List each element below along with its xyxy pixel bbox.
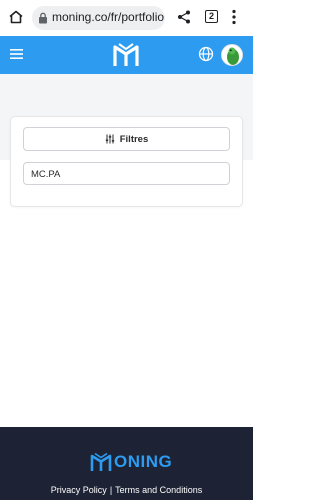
app-header xyxy=(0,36,253,74)
site-footer: ONING Privacy Policy | Terms and Condition… xyxy=(0,427,253,500)
moning-logo-icon[interactable] xyxy=(112,42,140,68)
privacy-policy-link[interactable]: Privacy Policy xyxy=(51,485,107,495)
url-text: moning.co/fr/portfolio xyxy=(52,10,165,24)
share-icon[interactable] xyxy=(177,10,191,24)
home-icon[interactable] xyxy=(8,9,24,25)
browser-toolbar: moning.co/fr/portfolio 2 xyxy=(0,0,253,36)
address-bar[interactable]: moning.co/fr/portfolio xyxy=(32,6,165,30)
ticker-field[interactable]: MC.PA xyxy=(23,162,230,185)
user-avatar[interactable] xyxy=(221,44,243,66)
lock-icon xyxy=(39,12,47,24)
tab-switcher-button[interactable]: 2 xyxy=(205,10,218,23)
sliders-icon xyxy=(105,134,114,144)
globe-icon[interactable] xyxy=(198,46,214,62)
footer-separator: | xyxy=(109,485,113,495)
hamburger-menu-icon[interactable] xyxy=(10,48,23,60)
filters-label: Filtres xyxy=(119,133,149,145)
avatar-image-icon xyxy=(222,45,242,65)
footer-links: Privacy Policy | Terms and Conditions xyxy=(0,485,253,495)
footer-brand-text: ONING xyxy=(114,452,173,471)
footer-logo[interactable]: ONING xyxy=(90,451,172,473)
moning-logo-icon xyxy=(90,452,112,471)
portfolio-filter-card: Filtres MC.PA xyxy=(10,116,243,207)
filters-button[interactable]: Filtres xyxy=(23,127,230,151)
more-vert-icon[interactable] xyxy=(232,9,236,25)
terms-link[interactable]: Terms and Conditions xyxy=(115,485,202,495)
